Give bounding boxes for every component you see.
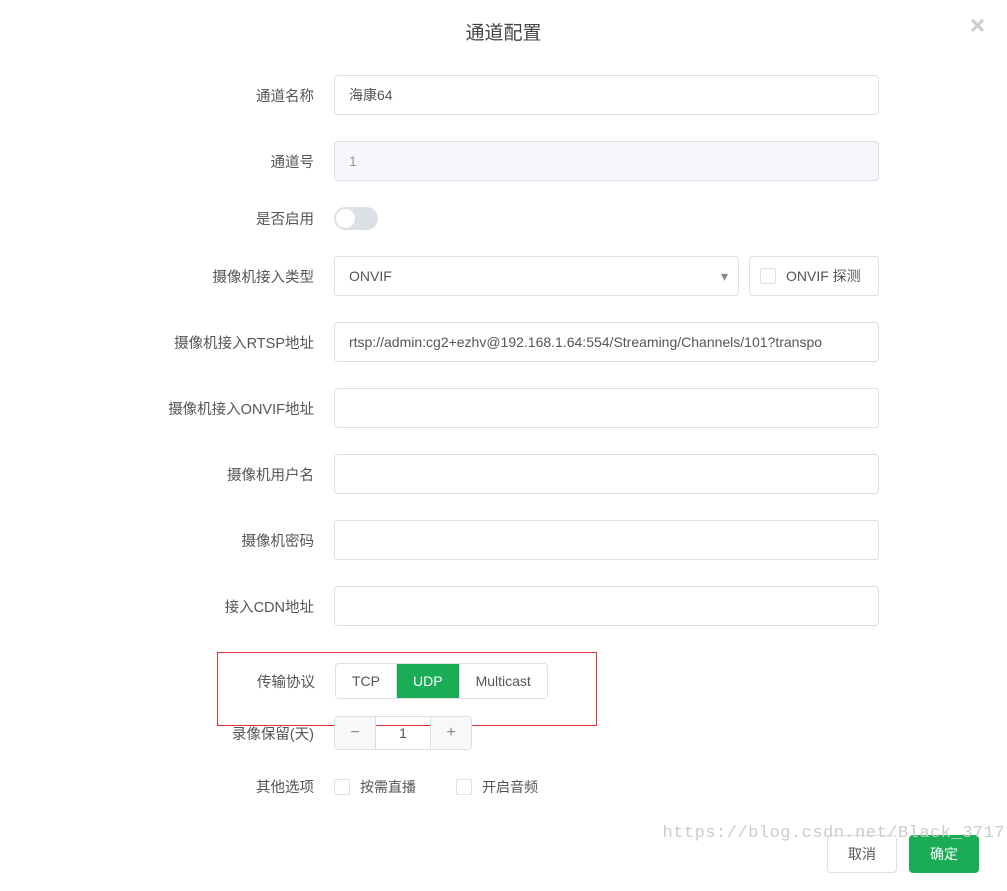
label-cdn-addr: 接入CDN地址 [0,596,334,617]
close-icon[interactable]: × [970,12,985,38]
transport-button-group: TCP UDP Multicast [335,663,548,699]
on-demand-option[interactable]: 按需直播 [334,777,416,797]
enable-audio-checkbox[interactable] [456,779,472,795]
camera-pass-input[interactable] [334,520,879,560]
stepper-plus-icon[interactable]: + [431,717,471,749]
channel-name-input[interactable] [334,75,879,115]
camera-user-input[interactable] [334,454,879,494]
label-transport: 传输协议 [218,671,335,692]
camera-type-select[interactable]: ONVIF [334,256,739,296]
cdn-addr-input[interactable] [334,586,879,626]
on-demand-label: 按需直播 [360,777,416,797]
label-enabled: 是否启用 [0,208,334,229]
enabled-toggle[interactable] [334,207,378,230]
modal-header: 通道配置 × [0,0,1007,67]
modal-title: 通道配置 [465,23,541,44]
on-demand-checkbox[interactable] [334,779,350,795]
label-onvif-addr: 摄像机接入ONVIF地址 [0,398,334,419]
rtsp-addr-input[interactable] [334,322,879,362]
onvif-probe-checkbox[interactable] [760,268,776,284]
label-rtsp-addr: 摄像机接入RTSP地址 [0,332,334,353]
label-channel-name: 通道名称 [0,85,334,106]
transport-multicast[interactable]: Multicast [460,664,547,698]
channel-no-input [334,141,879,181]
label-channel-no: 通道号 [0,151,334,172]
label-camera-pass: 摄像机密码 [0,530,334,551]
camera-type-value: ONVIF [349,268,392,284]
record-keep-stepper: − 1 + [334,716,472,750]
onvif-probe-box[interactable]: ONVIF 探测 [749,256,879,296]
record-keep-value[interactable]: 1 [375,717,431,749]
label-other-opts: 其他选项 [0,776,334,797]
transport-highlight-box: 传输协议 TCP UDP Multicast [217,652,597,726]
label-record-keep: 录像保留(天) [0,723,334,744]
enable-audio-option[interactable]: 开启音频 [456,777,538,797]
onvif-addr-input[interactable] [334,388,879,428]
label-camera-type: 摄像机接入类型 [0,266,334,287]
channel-config-modal: 通道配置 × 通道名称 通道号 是否启用 摄像机接入类型 [0,0,1007,891]
onvif-probe-label: ONVIF 探测 [786,266,861,286]
config-form: 通道名称 通道号 是否启用 摄像机接入类型 ONVIF [0,67,1007,797]
label-camera-user: 摄像机用户名 [0,464,334,485]
transport-udp[interactable]: UDP [397,664,460,698]
stepper-minus-icon[interactable]: − [335,717,375,749]
enable-audio-label: 开启音频 [482,777,538,797]
watermark-text: https://blog.csdn.net/Black_3717 [663,824,1005,843]
transport-tcp[interactable]: TCP [336,664,397,698]
